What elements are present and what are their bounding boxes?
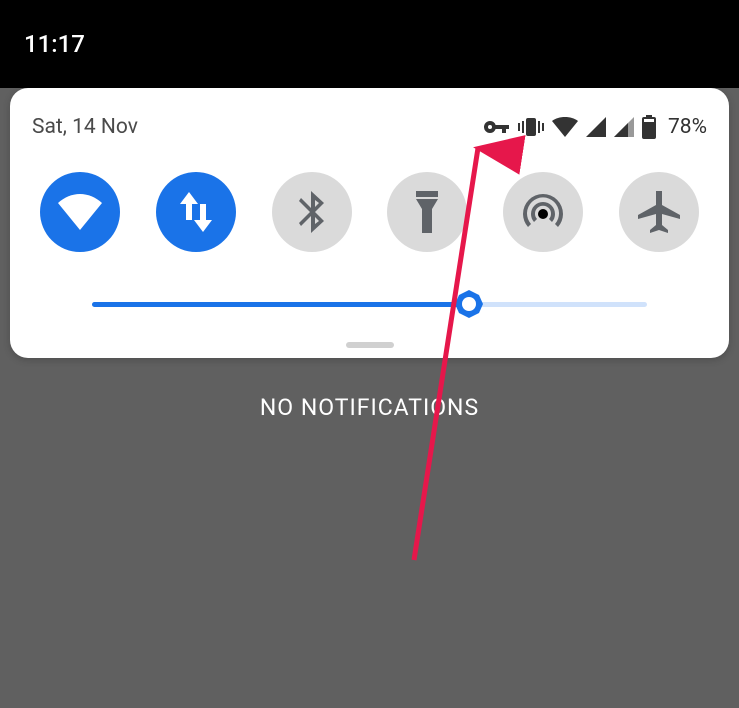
bluetooth-tile[interactable] [272, 172, 352, 252]
wifi-tile[interactable] [40, 172, 120, 252]
expand-handle[interactable] [32, 336, 707, 350]
vibrate-icon [518, 116, 544, 138]
status-icons: 78% [482, 115, 707, 139]
slider-fill [92, 302, 469, 307]
status-bar: 11:17 [0, 0, 739, 88]
quick-settings-panel: Sat, 14 Nov 78% [10, 88, 729, 358]
signal-icon [614, 117, 634, 137]
wifi-icon [552, 117, 578, 137]
mobile-data-tile[interactable] [156, 172, 236, 252]
brightness-slider[interactable] [92, 280, 647, 328]
vpn-key-icon [482, 118, 510, 136]
no-notifications-label: NO NOTIFICATIONS [0, 394, 739, 421]
battery-percent: 78% [668, 115, 707, 139]
clock: 11:17 [24, 30, 85, 58]
hotspot-tile[interactable] [503, 172, 583, 252]
slider-thumb[interactable] [454, 289, 484, 319]
handle-bar-icon [346, 342, 394, 348]
airplane-tile[interactable] [619, 172, 699, 252]
quick-tiles-row [32, 148, 707, 280]
date-label: Sat, 14 Nov [32, 115, 138, 139]
signal-icon [586, 117, 606, 137]
battery-icon [642, 115, 656, 139]
flashlight-tile[interactable] [387, 172, 467, 252]
panel-header: Sat, 14 Nov 78% [32, 106, 707, 148]
